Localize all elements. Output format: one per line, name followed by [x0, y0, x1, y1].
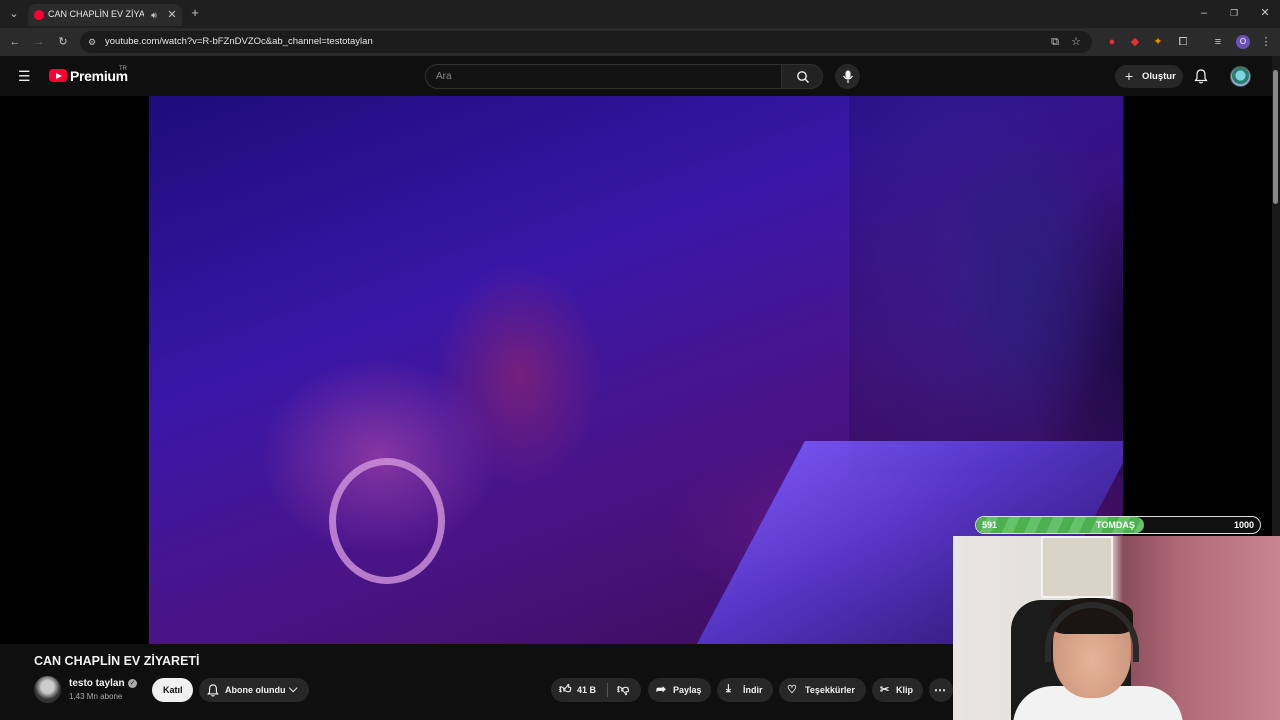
voice-search-button[interactable] [835, 64, 860, 89]
extension-fox-icon[interactable]: ✦ [1152, 36, 1164, 48]
like-count: 41 B [577, 685, 597, 695]
subscribed-button[interactable]: Abone olundu ⌵ [199, 678, 309, 702]
overlay-left-value: 591 [982, 520, 998, 530]
tab-title: CAN CHAPLİN EV ZİYARETİ [48, 9, 144, 19]
channel-avatar[interactable] [34, 676, 61, 703]
chevron-down-icon: ⌵ [289, 683, 298, 695]
youtube-play-logo-icon [49, 69, 67, 82]
url-text: youtube.com/watch?v=R-bFZnDVZOc&ab_chann… [105, 36, 373, 47]
thanks-label: Teşekkürler [805, 685, 855, 695]
overlay-right-value: 1000 [1233, 520, 1254, 530]
bell-icon [207, 683, 219, 697]
video-scene-face [849, 96, 1123, 476]
dislike-button[interactable]: 👎︎ [608, 678, 641, 702]
thanks-heart-icon: ♡ [787, 684, 797, 696]
media-queue-icon[interactable]: ≡ [1212, 36, 1224, 48]
channel-name[interactable]: testo taylan [69, 678, 125, 689]
video-scene-object [329, 458, 445, 584]
logo-region: TR [119, 66, 127, 72]
create-label: Oluştur [1142, 71, 1176, 82]
verified-check-icon: ✓ [128, 679, 137, 688]
share-button[interactable]: ➦ Paylaş [648, 678, 711, 702]
webcam-overlay [953, 536, 1280, 720]
install-app-icon[interactable]: ⧉ [1049, 36, 1061, 48]
join-button[interactable]: Katıl [152, 678, 193, 702]
speaker-icon[interactable]: 🔊︎ [148, 9, 160, 21]
subscribed-label: Abone olundu [225, 685, 286, 695]
search-input[interactable]: Ara [425, 64, 782, 89]
minimize-icon[interactable]: – [1198, 7, 1210, 19]
share-label: Paylaş [673, 685, 702, 695]
webcam-shelf [1041, 536, 1113, 598]
clip-label: Klip [896, 685, 913, 695]
search-button[interactable] [781, 64, 823, 89]
scissors-icon: ✂ [880, 684, 890, 696]
youtube-header: ☰ Premium TR Ara + Oluştur [0, 56, 1280, 96]
download-button[interactable]: ⤓ İndir [717, 678, 773, 702]
new-tab-plus-icon[interactable]: + [189, 6, 201, 19]
extensions-puzzle-icon[interactable]: ⧠ [1177, 36, 1189, 48]
thanks-button[interactable]: ♡ Teşekkürler [779, 678, 866, 702]
account-avatar[interactable] [1230, 66, 1251, 87]
thumbs-up-icon: 👍︎ [559, 682, 572, 696]
reload-icon[interactable]: ↻ [57, 36, 69, 48]
video-title: CAN CHAPLİN EV ZİYARETİ [34, 654, 200, 668]
notifications-bell-icon[interactable] [1194, 69, 1208, 84]
subscriber-count: 1,43 Mn abone [69, 692, 123, 701]
download-label: İndir [743, 685, 763, 695]
address-bar[interactable]: ⚙ youtube.com/watch?v=R-bFZnDVZOc&ab_cha… [80, 31, 1092, 53]
overlay-name: TOMDAŞ [1096, 520, 1135, 530]
plus-icon: + [1124, 68, 1134, 84]
more-dots-icon: ⋯ [934, 683, 946, 697]
bookmark-star-icon[interactable]: ☆ [1070, 36, 1082, 48]
create-button[interactable]: + Oluştur [1115, 65, 1183, 88]
tab-list-chevron-icon[interactable]: ⌄ [8, 8, 20, 20]
like-button[interactable]: 👍︎ 41 B [551, 678, 607, 702]
thumbs-down-icon: 👎︎ [617, 682, 630, 696]
site-info-icon[interactable]: ⚙ [86, 36, 98, 48]
back-arrow-icon[interactable]: ← [9, 36, 21, 48]
overlay-progress-bar: 591 TOMDAŞ 1000 [975, 516, 1261, 534]
extension-red-icon[interactable]: ● [1106, 36, 1118, 48]
close-tab-icon[interactable]: ✕ [166, 9, 178, 21]
search-icon [797, 71, 809, 83]
browser-menu-icon[interactable]: ⋮ [1260, 36, 1272, 48]
forward-arrow-icon[interactable]: → [33, 36, 45, 48]
join-label: Katıl [163, 685, 183, 695]
download-icon: ⤓ [726, 683, 731, 695]
restore-icon[interactable]: ❐ [1228, 7, 1240, 19]
like-dislike-group: 👍︎ 41 B 👎︎ [551, 678, 641, 702]
more-actions-button[interactable]: ⋯ [929, 678, 953, 702]
scrollbar-thumb[interactable] [1273, 70, 1278, 204]
profile-avatar-icon[interactable]: O [1236, 35, 1250, 49]
extension-tag-icon[interactable]: ◆ [1129, 36, 1141, 48]
microphone-icon [842, 70, 853, 83]
browser-toolbar: ← → ↻ ⚙ youtube.com/watch?v=R-bFZnDVZOc&… [0, 28, 1280, 56]
browser-tab-bar: ⌄ CAN CHAPLİN EV ZİYARETİ 🔊︎ ✕ + – ❐ ✕ [0, 0, 1280, 28]
youtube-favicon-icon [34, 10, 44, 20]
hamburger-menu-icon[interactable]: ☰ [18, 69, 31, 83]
window-close-icon[interactable]: ✕ [1259, 7, 1271, 19]
clip-button[interactable]: ✂ Klip [872, 678, 923, 702]
browser-tab[interactable]: CAN CHAPLİN EV ZİYARETİ 🔊︎ ✕ [28, 4, 182, 26]
search-placeholder: Ara [436, 71, 452, 82]
share-arrow-icon: ➦ [656, 682, 667, 696]
